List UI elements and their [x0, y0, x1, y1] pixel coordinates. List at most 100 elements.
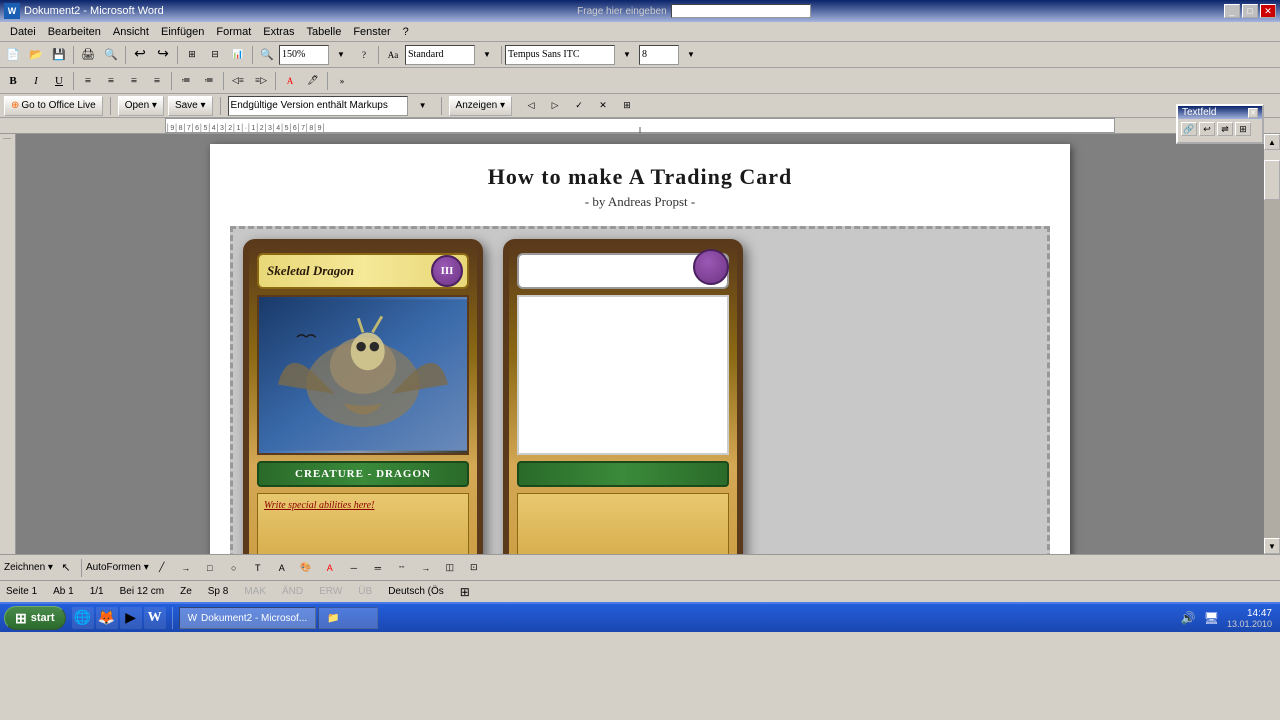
bullets[interactable]: ≔: [175, 71, 197, 91]
anzeigen-button[interactable]: Anzeigen ▾: [449, 96, 513, 116]
zoom-info[interactable]: ?: [353, 45, 375, 65]
draw-shadow[interactable]: ◫: [439, 558, 461, 578]
save-button-live[interactable]: Save ▾: [168, 96, 213, 116]
draw-oval[interactable]: ○: [223, 558, 245, 578]
align-right[interactable]: ≡: [123, 71, 145, 91]
indent-less[interactable]: ◁≡: [227, 71, 249, 91]
draw-linecolor[interactable]: ─: [343, 558, 365, 578]
underline-button[interactable]: U: [48, 71, 70, 91]
draw-3d[interactable]: ⊡: [463, 558, 485, 578]
scroll-up-button[interactable]: ▲: [1264, 134, 1280, 150]
open-button[interactable]: 📂: [25, 45, 47, 65]
minimize-button[interactable]: _: [1224, 4, 1240, 18]
size-dropdown[interactable]: 8: [639, 45, 679, 65]
taskbar-volume[interactable]: 🔊: [1181, 611, 1196, 625]
live-sep-1: [110, 97, 111, 115]
draw-arrowstyle[interactable]: →: [415, 558, 437, 578]
document-page: How to make A Trading Card - by Andreas …: [210, 144, 1070, 554]
zoom-out[interactable]: 🔍: [256, 45, 278, 65]
tf-icon-1[interactable]: 🔗: [1181, 122, 1197, 136]
scroll-down-button[interactable]: ▼: [1264, 538, 1280, 554]
taskbar-ie-icon[interactable]: 🌐: [72, 607, 94, 629]
numbering[interactable]: ≔: [198, 71, 220, 91]
taskbar-item-2[interactable]: 📁: [318, 607, 378, 629]
draw-arrow[interactable]: →: [175, 558, 197, 578]
zoom-dropdown[interactable]: 150%: [279, 45, 329, 65]
left-margin-marker: |: [3, 138, 12, 140]
taskbar-firefox-icon[interactable]: 🦊: [96, 607, 118, 629]
track-prev[interactable]: ◁: [520, 96, 542, 116]
more-buttons[interactable]: »: [331, 71, 353, 91]
preview-button[interactable]: 🔍: [100, 45, 122, 65]
zoom-arrow[interactable]: ▼: [330, 45, 352, 65]
taskbar-dokument2[interactable]: W Dokument2 - Microsof...: [179, 607, 317, 629]
fmt-sep-5: [327, 72, 328, 90]
save-button[interactable]: 💾: [48, 45, 70, 65]
textfeld-close[interactable]: ✕: [1248, 108, 1258, 118]
start-button[interactable]: ⊞ start: [4, 606, 66, 630]
size-arrow[interactable]: ▼: [680, 45, 702, 65]
style-arrow[interactable]: ▼: [476, 45, 498, 65]
menu-einfuegen[interactable]: Einfügen: [155, 24, 210, 40]
menu-extras[interactable]: Extras: [257, 24, 300, 40]
print-button[interactable]: 🖨: [77, 45, 99, 65]
undo-button[interactable]: ↩: [129, 45, 151, 65]
style-dropdown[interactable]: Standard: [405, 45, 475, 65]
track-next[interactable]: ▷: [544, 96, 566, 116]
insert-cols[interactable]: ⊟: [204, 45, 226, 65]
tf-icon-2[interactable]: ↩: [1199, 122, 1215, 136]
go-to-office-button[interactable]: ⊕ Go to Office Live: [4, 96, 103, 116]
align-left[interactable]: ≡: [77, 71, 99, 91]
font-color[interactable]: A: [279, 71, 301, 91]
menu-format[interactable]: Format: [210, 24, 257, 40]
card2-art: [517, 295, 729, 455]
insert-chart[interactable]: 📊: [227, 45, 249, 65]
align-center[interactable]: ≡: [100, 71, 122, 91]
menu-help[interactable]: ?: [397, 24, 415, 40]
separator-5: [378, 46, 379, 64]
redo-button[interactable]: ↪: [152, 45, 174, 65]
draw-fill[interactable]: 🎨: [295, 558, 317, 578]
textfeld-icons: 🔗 ↩ ⇌ ⊞: [1178, 119, 1262, 139]
app-icon: W: [4, 3, 20, 19]
highlight[interactable]: 🖊: [302, 71, 324, 91]
menu-ansicht[interactable]: Ansicht: [107, 24, 155, 40]
tf-icon-4[interactable]: ⊞: [1235, 122, 1251, 136]
taskbar-network[interactable]: 🖥: [1204, 611, 1219, 625]
close-button[interactable]: ✕: [1260, 4, 1276, 18]
menu-tabelle[interactable]: Tabelle: [300, 24, 347, 40]
style-icon[interactable]: Aa: [382, 45, 404, 65]
title-search-input[interactable]: [671, 4, 811, 18]
version-arrow[interactable]: ▼: [412, 96, 434, 116]
draw-fontcolor[interactable]: A: [319, 558, 341, 578]
menu-fenster[interactable]: Fenster: [347, 24, 396, 40]
taskbar-word-icon[interactable]: W: [144, 607, 166, 629]
separator-6: [501, 46, 502, 64]
tf-icon-3[interactable]: ⇌: [1217, 122, 1233, 136]
italic-button[interactable]: I: [25, 71, 47, 91]
draw-rect[interactable]: □: [199, 558, 221, 578]
font-dropdown[interactable]: Tempus Sans ITC: [505, 45, 615, 65]
doc-version-dropdown[interactable]: Endgültige Version enthält Markups: [228, 96, 408, 116]
draw-wordart[interactable]: A: [271, 558, 293, 578]
draw-dashstyle[interactable]: ╌: [391, 558, 413, 578]
track-compare[interactable]: ⊞: [616, 96, 638, 116]
restore-button[interactable]: □: [1242, 4, 1258, 18]
track-reject[interactable]: ✕: [592, 96, 614, 116]
menu-bearbeiten[interactable]: Bearbeiten: [42, 24, 107, 40]
indent-more[interactable]: ≡▷: [250, 71, 272, 91]
taskbar-media-icon[interactable]: ▶: [120, 607, 142, 629]
menu-datei[interactable]: Datei: [4, 24, 42, 40]
track-accept[interactable]: ✓: [568, 96, 590, 116]
scroll-thumb[interactable]: [1264, 160, 1280, 200]
align-justify[interactable]: ≡: [146, 71, 168, 91]
draw-line[interactable]: ╱: [151, 558, 173, 578]
open-button-live[interactable]: Open ▾: [118, 96, 164, 116]
bold-button[interactable]: B: [2, 71, 24, 91]
draw-textbox[interactable]: T: [247, 558, 269, 578]
new-button[interactable]: 📄: [2, 45, 24, 65]
font-arrow[interactable]: ▼: [616, 45, 638, 65]
draw-cursor[interactable]: ↖: [55, 558, 77, 578]
insert-table[interactable]: ⊞: [181, 45, 203, 65]
draw-linestyle[interactable]: ═: [367, 558, 389, 578]
